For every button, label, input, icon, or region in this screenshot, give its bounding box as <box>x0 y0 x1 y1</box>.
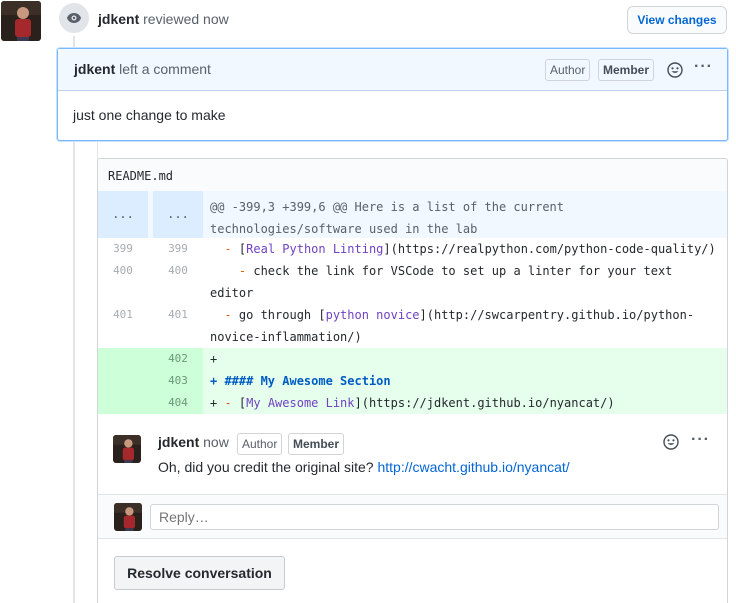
link-url: ](https://realpython.com/python-code-qua… <box>383 242 716 256</box>
code-text: + #### My Awesome Section <box>210 374 391 388</box>
list-dash: - <box>210 264 254 278</box>
hunk-header-text: @@ -399,3 +399,6 @@ Here is a list of th… <box>210 200 565 236</box>
code-content: check the link for VSCode to set up a li… <box>210 264 680 300</box>
code-text: - [Real Python Linting](https://realpyth… <box>210 238 720 260</box>
reply-header: jdkent now <box>158 434 229 450</box>
eye-icon <box>59 3 89 33</box>
new-line-number[interactable]: 402 <box>153 348 203 370</box>
member-badge: Member <box>598 59 655 81</box>
code-text: + <box>210 352 218 366</box>
link-url: ](https://jdkent.github.io/nyancat/) <box>354 396 615 410</box>
kebab-icon[interactable]: ··· <box>694 59 713 75</box>
reply-body: Oh, did you credit the original site? ht… <box>158 459 570 475</box>
review-author[interactable]: jdkent <box>98 11 139 27</box>
old-line-number[interactable]: 400 <box>98 260 148 282</box>
code-text: + - [My Awesome Link](https://jdkent.git… <box>210 392 720 414</box>
comment-action: left a comment <box>119 61 211 77</box>
old-line-number-empty <box>98 370 153 392</box>
diff-line: 400 400 - check the link for VSCode to s… <box>98 260 727 304</box>
reply-text: Oh, did you credit the original site? <box>158 459 374 475</box>
thread-connector <box>97 141 98 159</box>
new-line-number[interactable]: 399 <box>153 238 203 260</box>
smiley-icon[interactable] <box>663 434 679 450</box>
old-line-number[interactable]: 401 <box>98 304 148 326</box>
author-badge: Author <box>237 433 283 455</box>
review-action: reviewed now <box>143 11 229 27</box>
current-user-avatar <box>114 503 142 531</box>
diff-line-added: 403 + #### My Awesome Section <box>98 370 727 392</box>
link-text: python novice <box>325 308 420 322</box>
expand-up-left[interactable]: ... <box>98 191 148 238</box>
review-comment: jdkent left a comment Author Member ··· … <box>57 48 728 141</box>
resolve-conversation-button[interactable]: Resolve conversation <box>114 556 285 590</box>
diff-line-added: 402 + <box>98 348 727 370</box>
new-line-number[interactable]: 403 <box>153 370 203 392</box>
review-header: jdkent reviewed now <box>98 11 229 27</box>
new-line-number[interactable]: 401 <box>153 304 203 326</box>
expand-up-right[interactable]: ... <box>153 191 203 238</box>
link-text: Real Python Linting <box>246 242 384 256</box>
view-changes-button[interactable]: View changes <box>627 6 727 34</box>
kebab-icon[interactable]: ··· <box>691 432 710 448</box>
new-line-number[interactable]: 400 <box>153 260 203 282</box>
old-line-number[interactable]: 399 <box>98 238 148 260</box>
reply-input[interactable] <box>150 504 719 530</box>
member-badge: Member <box>288 433 345 455</box>
author-badge: Author <box>545 59 591 81</box>
file-header: README.md <box>98 159 727 192</box>
plus-sign: + <box>210 396 225 410</box>
hunk-header-row: ... ... @@ -399,3 +399,6 @@ Here is a li… <box>98 191 727 238</box>
list-dash: - <box>210 308 239 322</box>
link-text: My Awesome Link <box>246 396 355 410</box>
diff-line-added: 404 + - [My Awesome Link](https://jdkent… <box>98 392 727 414</box>
old-line-number-empty <box>98 348 153 370</box>
reply-avatar[interactable] <box>113 435 141 463</box>
diff-line: 401 401 - go through [python novice](htt… <box>98 304 727 348</box>
diff-line: 399 399 - [Real Python Linting](https://… <box>98 238 727 260</box>
reply-time[interactable]: now <box>203 434 229 450</box>
list-dash: - <box>210 242 239 256</box>
file-name[interactable]: README.md <box>108 169 173 183</box>
code-text: - go through [python novice](http://swca… <box>210 304 720 348</box>
author-avatar[interactable] <box>1 1 41 41</box>
comment-body: just one change to make <box>73 107 226 123</box>
old-line-number-empty <box>98 392 153 414</box>
list-dash: - <box>224 396 239 410</box>
code-content: go through [ <box>238 308 326 322</box>
comment-header: jdkent left a comment Author Member ··· <box>58 49 727 91</box>
comment-meta: jdkent left a comment <box>74 61 211 77</box>
reply-author[interactable]: jdkent <box>158 434 199 450</box>
smiley-icon[interactable] <box>667 62 683 78</box>
comment-author[interactable]: jdkent <box>74 61 115 77</box>
code-text: - check the link for VSCode to set up a … <box>210 260 720 304</box>
new-line-number[interactable]: 404 <box>153 392 203 414</box>
reply-link[interactable]: http://cwacht.github.io/nyancat/ <box>377 459 569 475</box>
